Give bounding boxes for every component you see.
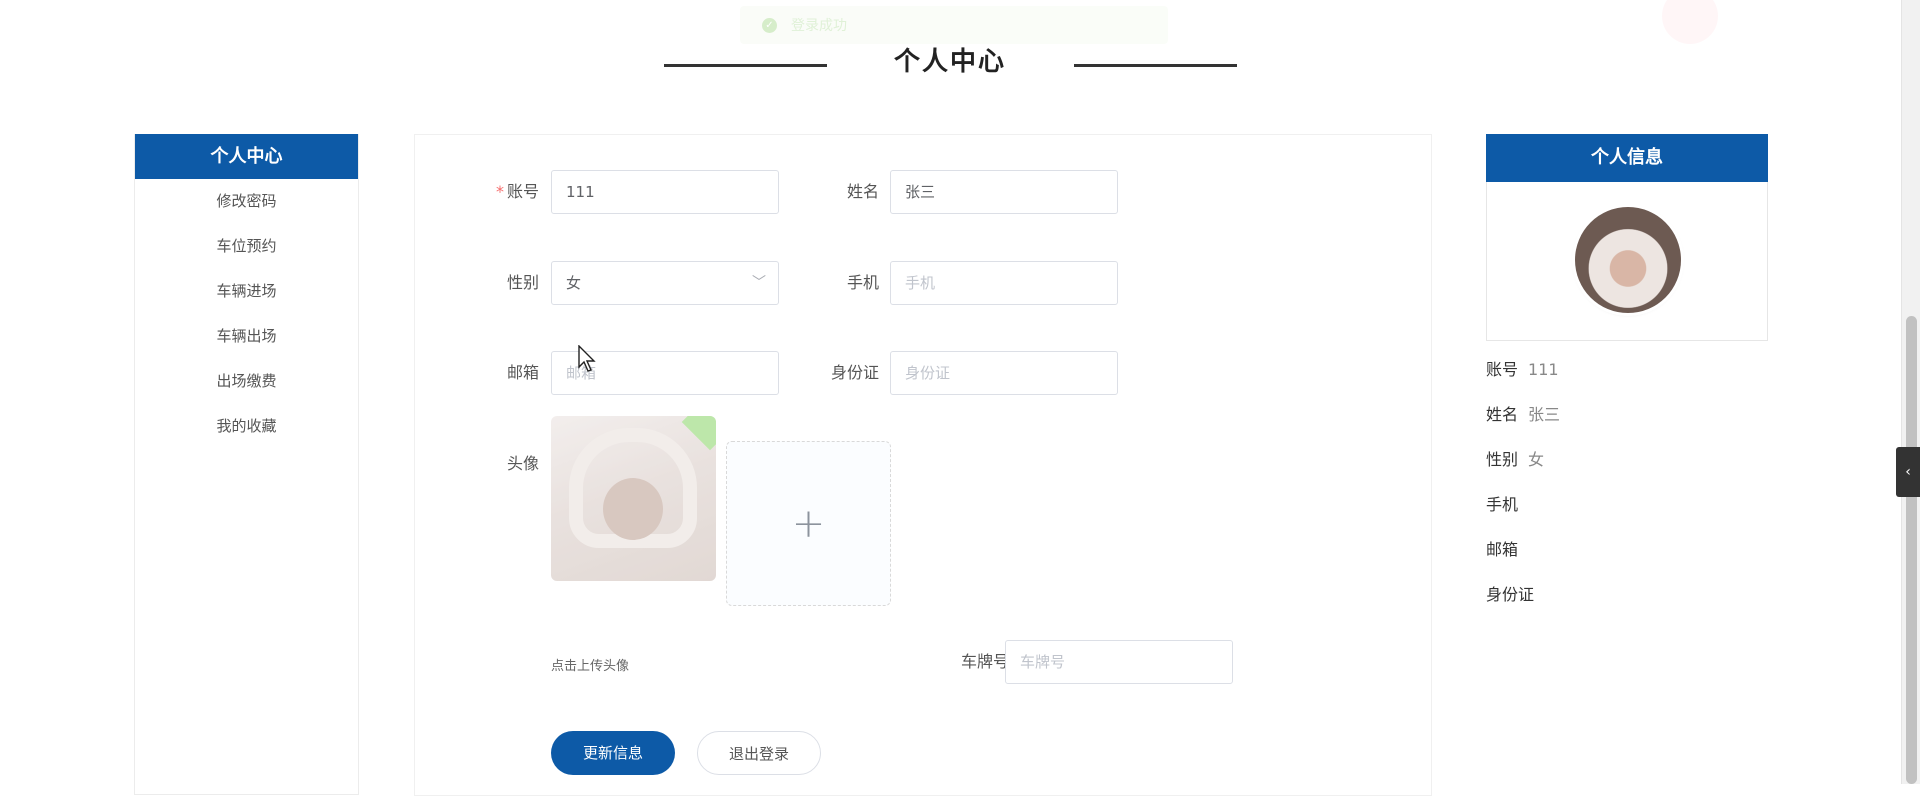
plate-label: 车牌号: [960, 652, 1009, 671]
phone-input[interactable]: 手机: [890, 261, 1118, 305]
chevron-down-icon: ﹀: [752, 275, 766, 291]
menu-item-favorites[interactable]: 我的收藏: [135, 404, 358, 449]
mouse-cursor-icon: [578, 345, 596, 372]
info-list: 账号 111 姓名 张三 性别女 手机 邮箱 身份证: [1486, 347, 1768, 617]
update-info-button[interactable]: 更新信息: [551, 731, 675, 775]
scrollbar-thumb[interactable]: [1906, 316, 1917, 784]
avatar-upload-button[interactable]: +: [726, 441, 891, 606]
plus-icon: +: [791, 500, 826, 547]
info-row-name: 姓名 张三: [1486, 405, 1561, 424]
profile-form: * 账号 111 姓名 张三 性别 女 ﹀ 手机 手机 邮箱 邮箱 身份证 身份证…: [414, 134, 1432, 796]
info-row-phone: 手机: [1486, 495, 1519, 514]
side-menu: 个人中心 修改密码 车位预约 车辆进场 车辆出场 出场缴费 我的收藏: [134, 134, 359, 795]
title-right-line: [1074, 64, 1237, 67]
page-title: 个人中心: [0, 42, 1900, 82]
chevron-left-icon: ‹: [1905, 464, 1911, 480]
gender-value: 女: [566, 274, 582, 292]
success-toast: ✓ 登录成功: [740, 6, 1168, 44]
info-row-gender: 性别女: [1486, 450, 1545, 469]
id-card-label: 身份证: [830, 363, 879, 382]
page-scrollbar[interactable]: [1901, 0, 1920, 784]
avatar-preview[interactable]: [551, 416, 716, 581]
gender-select[interactable]: 女 ﹀: [551, 261, 779, 305]
id-card-input[interactable]: 身份证: [890, 351, 1118, 395]
page-title-text: 个人中心: [893, 47, 1006, 77]
toast-text: 登录成功: [791, 18, 847, 34]
personal-info-card: 个人信息 账号 111 姓名 张三 性别女 手机 邮箱 身份证: [1486, 134, 1768, 617]
info-row-id-card: 身份证: [1486, 585, 1535, 604]
menu-item-exit-payment[interactable]: 出场缴费: [135, 359, 358, 404]
check-circle-icon: ✓: [762, 17, 777, 33]
logout-button[interactable]: 退出登录: [697, 731, 821, 775]
upload-success-tick: [681, 416, 716, 451]
avatar-label: 头像: [506, 454, 539, 473]
info-photo-box: [1486, 182, 1768, 341]
info-row-email: 邮箱: [1486, 540, 1519, 559]
menu-item-change-password[interactable]: 修改密码: [135, 179, 358, 224]
gender-label: 性别: [506, 273, 539, 292]
name-label: 姓名: [846, 182, 879, 201]
info-row-account: 账号 111: [1486, 360, 1559, 379]
avatar: [1575, 207, 1681, 313]
info-card-title: 个人信息: [1486, 134, 1768, 182]
account-label: * 账号: [495, 182, 539, 201]
side-panel-toggle[interactable]: ‹: [1896, 447, 1920, 497]
name-input[interactable]: 张三: [890, 170, 1118, 214]
required-mark: *: [495, 182, 504, 201]
avatar-upload-hint: 点击上传头像: [551, 659, 630, 674]
menu-item-vehicle-exit[interactable]: 车辆出场: [135, 314, 358, 359]
email-label: 邮箱: [506, 363, 539, 382]
plate-input[interactable]: 车牌号: [1005, 640, 1233, 684]
floating-ghost-circle: [1662, 0, 1718, 44]
account-input[interactable]: 111: [551, 170, 779, 214]
title-left-line: [664, 64, 827, 67]
side-menu-title[interactable]: 个人中心: [135, 134, 358, 179]
menu-item-vehicle-entry[interactable]: 车辆进场: [135, 269, 358, 314]
phone-label: 手机: [846, 273, 879, 292]
menu-item-parking-reservation[interactable]: 车位预约: [135, 224, 358, 269]
